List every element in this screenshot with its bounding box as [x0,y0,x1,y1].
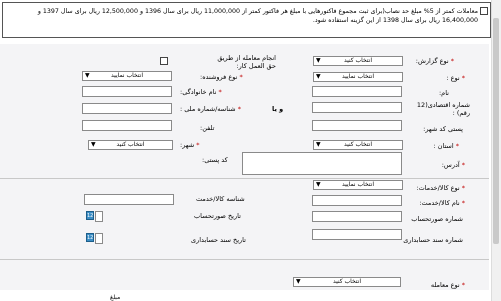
scrollbar-thumb[interactable] [493,18,499,244]
type-select[interactable]: انتخاب نمایید ▼ [313,72,403,82]
doc-no-label: شماره سند حسابداری [403,236,463,244]
agent-label: انجام معامله از طریق حق العمل کار: [217,54,276,70]
doc-date-input[interactable] [95,233,103,244]
address-textarea[interactable] [242,152,402,175]
notice-checkbox[interactable] [480,7,488,15]
section-divider-2 [0,259,489,260]
notice-text: معاملات کمتر از 5% مبلغ حد نصاب(برای ثبت… [37,8,478,24]
doc-date-label: تاریخ سند حسابداری [191,236,246,244]
phone-label: تلفن: [200,124,215,132]
report-type-label: * نوع گزارش: [415,57,454,65]
chevron-down-icon: ▼ [91,141,96,148]
postcode-label: کد پستی: [202,156,228,164]
address-label: * آدرس: [441,161,465,169]
chevron-down-icon: ▼ [316,73,321,80]
goods-id-label: شناسه کالا/خدمت [196,195,245,203]
and-or-text: و یا [272,105,284,113]
goods-type-label: * نوع کالا/خدمات: [416,184,465,192]
goods-name-label: * نام کالا/خدمت: [419,199,465,207]
chevron-down-icon: ▼ [316,141,321,148]
name-label: نام: [438,89,449,97]
section-divider [0,178,489,179]
report-type-select[interactable]: انتخاب کنید ▼ [313,56,403,66]
city-select[interactable]: انتخاب کنید ▼ [88,140,173,150]
notice-box: معاملات کمتر از 5% مبلغ حد نصاب(برای ثبت… [2,2,491,38]
economic-code-input[interactable] [312,102,402,113]
economic-code-label: شماره اقتصادی(12 رقم) : [416,101,470,117]
chevron-down-icon: ▼ [296,278,301,285]
seller-type-select[interactable]: انتخاب نمایید ▼ [82,71,172,81]
city-label: * شهر: [180,141,200,149]
family-input[interactable] [82,86,172,97]
type-label: * نوع : [446,74,465,82]
agent-checkbox[interactable] [160,57,168,65]
family-label: * نام خانوادگی: [180,88,222,96]
invoice-date-input[interactable] [95,211,103,222]
province-label: * استان : [433,142,459,150]
city-postal-label: پستی کد شهر: [423,125,463,133]
goods-type-select[interactable]: انتخاب نمایید ▼ [313,180,403,190]
goods-id-input[interactable] [84,194,174,205]
city-postal-input[interactable] [312,120,402,131]
calendar-icon[interactable]: 12 [86,233,94,242]
chevron-down-icon: ▼ [85,72,90,79]
goods-name-input[interactable] [312,195,402,206]
national-id-label: * شناسه/شماره ملی : [180,105,241,113]
seller-type-label: * نوع فروشنده: [200,73,243,81]
invoice-no-input[interactable] [312,211,402,222]
national-id-input[interactable] [82,103,172,114]
phone-input[interactable] [82,120,172,131]
name-input[interactable] [312,86,402,97]
chevron-down-icon: ▼ [316,57,321,64]
calendar-icon[interactable]: 12 [86,211,94,220]
deal-type-label: * نوع معامله [430,281,465,289]
invoice-no-label: شماره صورتحساب [411,215,463,223]
province-select[interactable]: انتخاب کنید ▼ [313,140,403,150]
invoice-date-label: تاریخ صورتحساب [194,212,241,220]
footer-fragment: مبلغ [110,294,121,301]
chevron-down-icon: ▼ [316,181,321,188]
deal-type-select[interactable]: انتخاب کنید ▼ [293,277,401,287]
doc-no-input[interactable] [312,229,402,240]
